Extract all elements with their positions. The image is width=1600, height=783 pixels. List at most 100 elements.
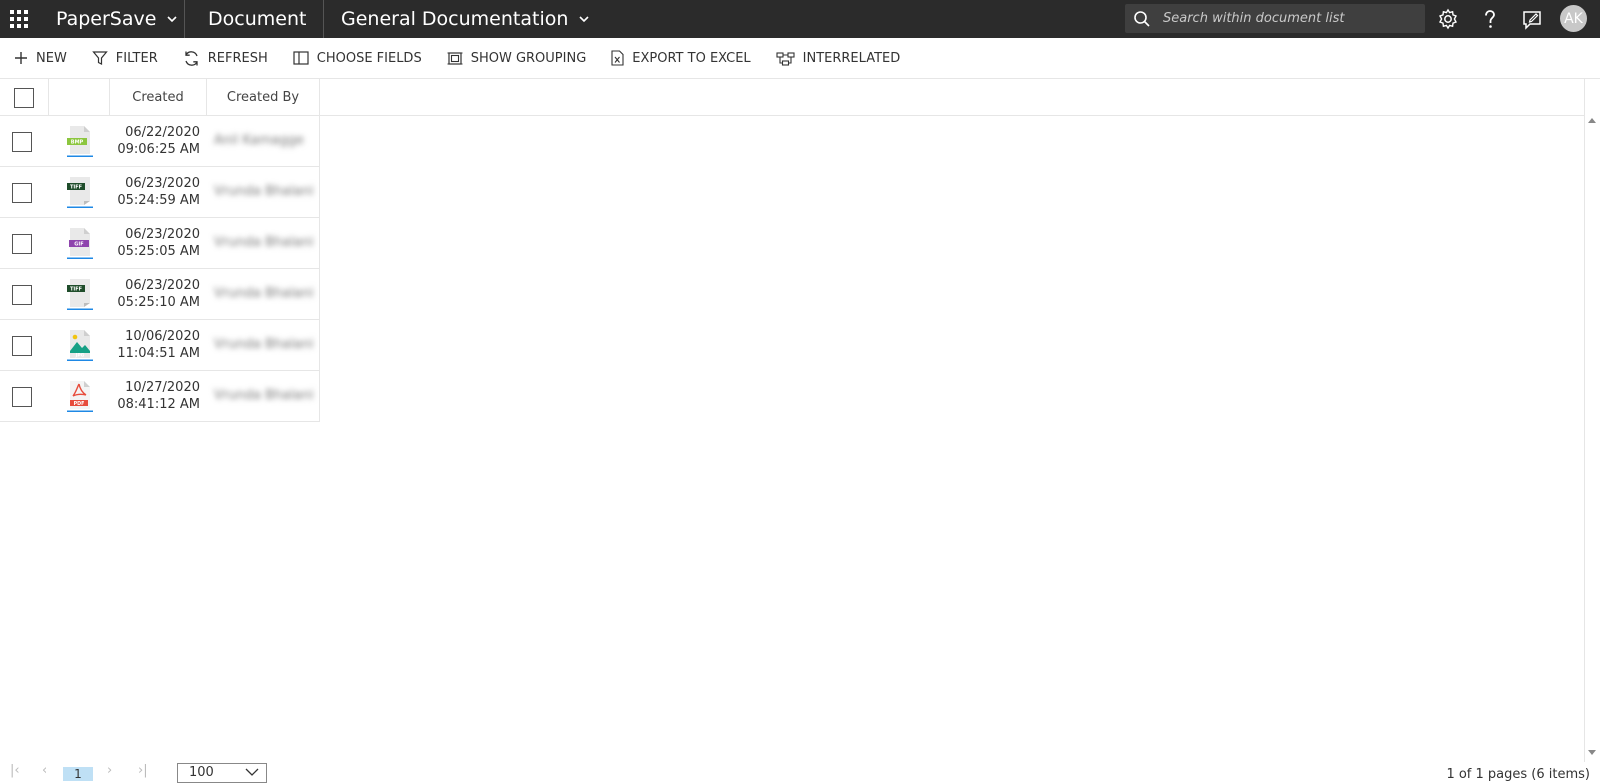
- svg-text:GIF: GIF: [74, 242, 83, 248]
- created-date: 06/23/2020: [125, 176, 200, 191]
- table-row[interactable]: GIF 06/23/2020 05:25:05 AM Vrunda Bhalan…: [0, 218, 320, 269]
- created-by-cell: Anil Kamagge: [214, 133, 304, 148]
- new-label: NEW: [36, 50, 67, 66]
- page-size-select[interactable]: 100: [177, 763, 267, 783]
- search-icon: [1134, 10, 1150, 27]
- tiff-file-icon[interactable]: TIFF: [66, 278, 94, 310]
- gear-icon: [1439, 8, 1457, 30]
- table-row[interactable]: TIFF 06/23/2020 05:24:59 AM Vrunda Bhala…: [0, 167, 320, 218]
- scroll-up-arrow[interactable]: [1588, 118, 1596, 123]
- created-date: 06/23/2020: [125, 278, 200, 293]
- divider: [184, 0, 185, 38]
- created-by-cell: Vrunda Bhalani: [214, 235, 314, 250]
- created-cell: 10/06/2020 11:04:51 AM: [110, 328, 200, 362]
- filter-icon: [92, 51, 108, 65]
- created-time: 08:41:12 AM: [117, 397, 200, 412]
- grid-header: Created Created By: [0, 79, 1585, 116]
- scroll-down-arrow[interactable]: [1588, 750, 1596, 755]
- svg-text:TIFF: TIFF: [70, 185, 82, 191]
- category-name: General Documentation: [341, 8, 569, 30]
- interrelated-button[interactable]: INTERRELATED: [776, 38, 901, 78]
- interrelated-icon: [776, 51, 795, 66]
- refresh-icon: [185, 50, 198, 66]
- export-excel-button[interactable]: EXPORT TO EXCEL: [611, 38, 751, 78]
- table-row[interactable]: JPG 10/06/2020 11:04:51 AM Vrunda Bhalan…: [0, 320, 320, 371]
- tiff-file-icon[interactable]: TIFF: [66, 176, 94, 208]
- created-by-cell: Vrunda Bhalani: [214, 388, 314, 403]
- feedback-button[interactable]: [1519, 6, 1545, 32]
- next-page-button[interactable]: ›: [107, 763, 112, 778]
- row-checkbox[interactable]: [12, 183, 32, 203]
- pdf-file-icon[interactable]: PDF: [66, 380, 94, 412]
- row-checkbox[interactable]: [12, 132, 32, 152]
- created-cell: 06/23/2020 05:25:05 AM: [110, 226, 200, 260]
- new-button[interactable]: NEW: [14, 38, 67, 78]
- filter-button[interactable]: FILTER: [92, 38, 158, 78]
- prev-page-button[interactable]: ‹: [42, 763, 47, 778]
- row-checkbox[interactable]: [12, 336, 32, 356]
- gif-file-icon[interactable]: GIF: [66, 227, 94, 259]
- header-created-by[interactable]: Created By: [207, 79, 320, 116]
- grouping-icon: [447, 51, 463, 65]
- created-by-cell: Vrunda Bhalani: [214, 286, 314, 301]
- interrelated-label: INTERRELATED: [802, 50, 901, 66]
- created-by-cell: Vrunda Bhalani: [214, 184, 314, 199]
- feedback-icon: [1523, 11, 1541, 30]
- svg-text:PDF: PDF: [74, 401, 85, 407]
- command-toolbar: NEW FILTER REFRESH CHOOSE FIELDS SHOW GR…: [0, 38, 1600, 78]
- header-filetype[interactable]: [49, 79, 110, 116]
- search-placeholder: Search within document list: [1163, 11, 1345, 26]
- top-bar: PaperSave Document General Documentation…: [0, 0, 1600, 38]
- created-cell: 06/23/2020 05:24:59 AM: [110, 175, 200, 209]
- created-time: 11:04:51 AM: [117, 346, 200, 361]
- app-launcher-icon[interactable]: [10, 10, 30, 28]
- select-all-checkbox[interactable]: [14, 87, 34, 108]
- bmp-file-icon[interactable]: BMP: [66, 125, 94, 157]
- search-input[interactable]: Search within document list: [1125, 4, 1425, 33]
- vertical-scrollbar[interactable]: [1584, 79, 1585, 762]
- section-title: Document: [208, 8, 307, 30]
- row-checkbox[interactable]: [12, 387, 32, 407]
- row-checkbox[interactable]: [12, 234, 32, 254]
- refresh-button[interactable]: REFRESH: [183, 38, 268, 78]
- table-row[interactable]: PDF 10/27/2020 08:41:12 AM Vrunda Bhalan…: [0, 371, 320, 422]
- excel-file-icon: [611, 50, 624, 66]
- created-time: 05:25:10 AM: [117, 295, 200, 310]
- avatar[interactable]: AK: [1560, 5, 1587, 32]
- divider: [323, 0, 324, 38]
- show-grouping-button[interactable]: SHOW GROUPING: [447, 38, 586, 78]
- grid-body: BMP 06/22/2020 09:06:25 AM Anil Kamagge …: [0, 116, 320, 422]
- choose-fields-button[interactable]: CHOOSE FIELDS: [293, 38, 422, 78]
- last-page-button[interactable]: ›|: [138, 763, 148, 778]
- plus-icon: [15, 52, 27, 64]
- created-date: 10/06/2020: [125, 329, 200, 344]
- help-button[interactable]: [1477, 6, 1503, 32]
- table-row[interactable]: BMP 06/22/2020 09:06:25 AM Anil Kamagge: [0, 116, 320, 167]
- created-date: 10/27/2020: [125, 380, 200, 395]
- select-all-cell: [0, 79, 49, 116]
- pager: |‹ ‹ 1 › ›| 100 1 of 1 pages (6 items): [0, 763, 1600, 783]
- columns-icon: [293, 51, 309, 65]
- refresh-label: REFRESH: [207, 50, 268, 66]
- svg-text:BMP: BMP: [71, 140, 84, 146]
- jpg-file-icon[interactable]: JPG: [66, 329, 94, 361]
- app-name: PaperSave: [56, 8, 157, 30]
- first-page-button[interactable]: |‹: [10, 763, 20, 778]
- created-cell: 10/27/2020 08:41:12 AM: [110, 379, 200, 413]
- page-number-current[interactable]: 1: [63, 767, 93, 781]
- pager-info: 1 of 1 pages (6 items): [1446, 767, 1590, 782]
- table-row[interactable]: TIFF 06/23/2020 05:25:10 AM Vrunda Bhala…: [0, 269, 320, 320]
- settings-button[interactable]: [1435, 6, 1461, 32]
- category-switcher[interactable]: General Documentation: [341, 0, 590, 38]
- created-time: 05:25:05 AM: [117, 244, 200, 259]
- chevron-down-icon: [579, 16, 589, 23]
- chevron-down-icon: [167, 16, 178, 23]
- created-cell: 06/23/2020 05:25:10 AM: [110, 277, 200, 311]
- app-switcher[interactable]: PaperSave: [56, 0, 178, 38]
- choose-fields-label: CHOOSE FIELDS: [316, 50, 422, 66]
- created-by-cell: Vrunda Bhalani: [214, 337, 314, 352]
- row-checkbox[interactable]: [12, 285, 32, 305]
- created-time: 05:24:59 AM: [117, 193, 200, 208]
- header-created[interactable]: Created: [110, 79, 207, 116]
- chevron-down-icon: [245, 768, 259, 776]
